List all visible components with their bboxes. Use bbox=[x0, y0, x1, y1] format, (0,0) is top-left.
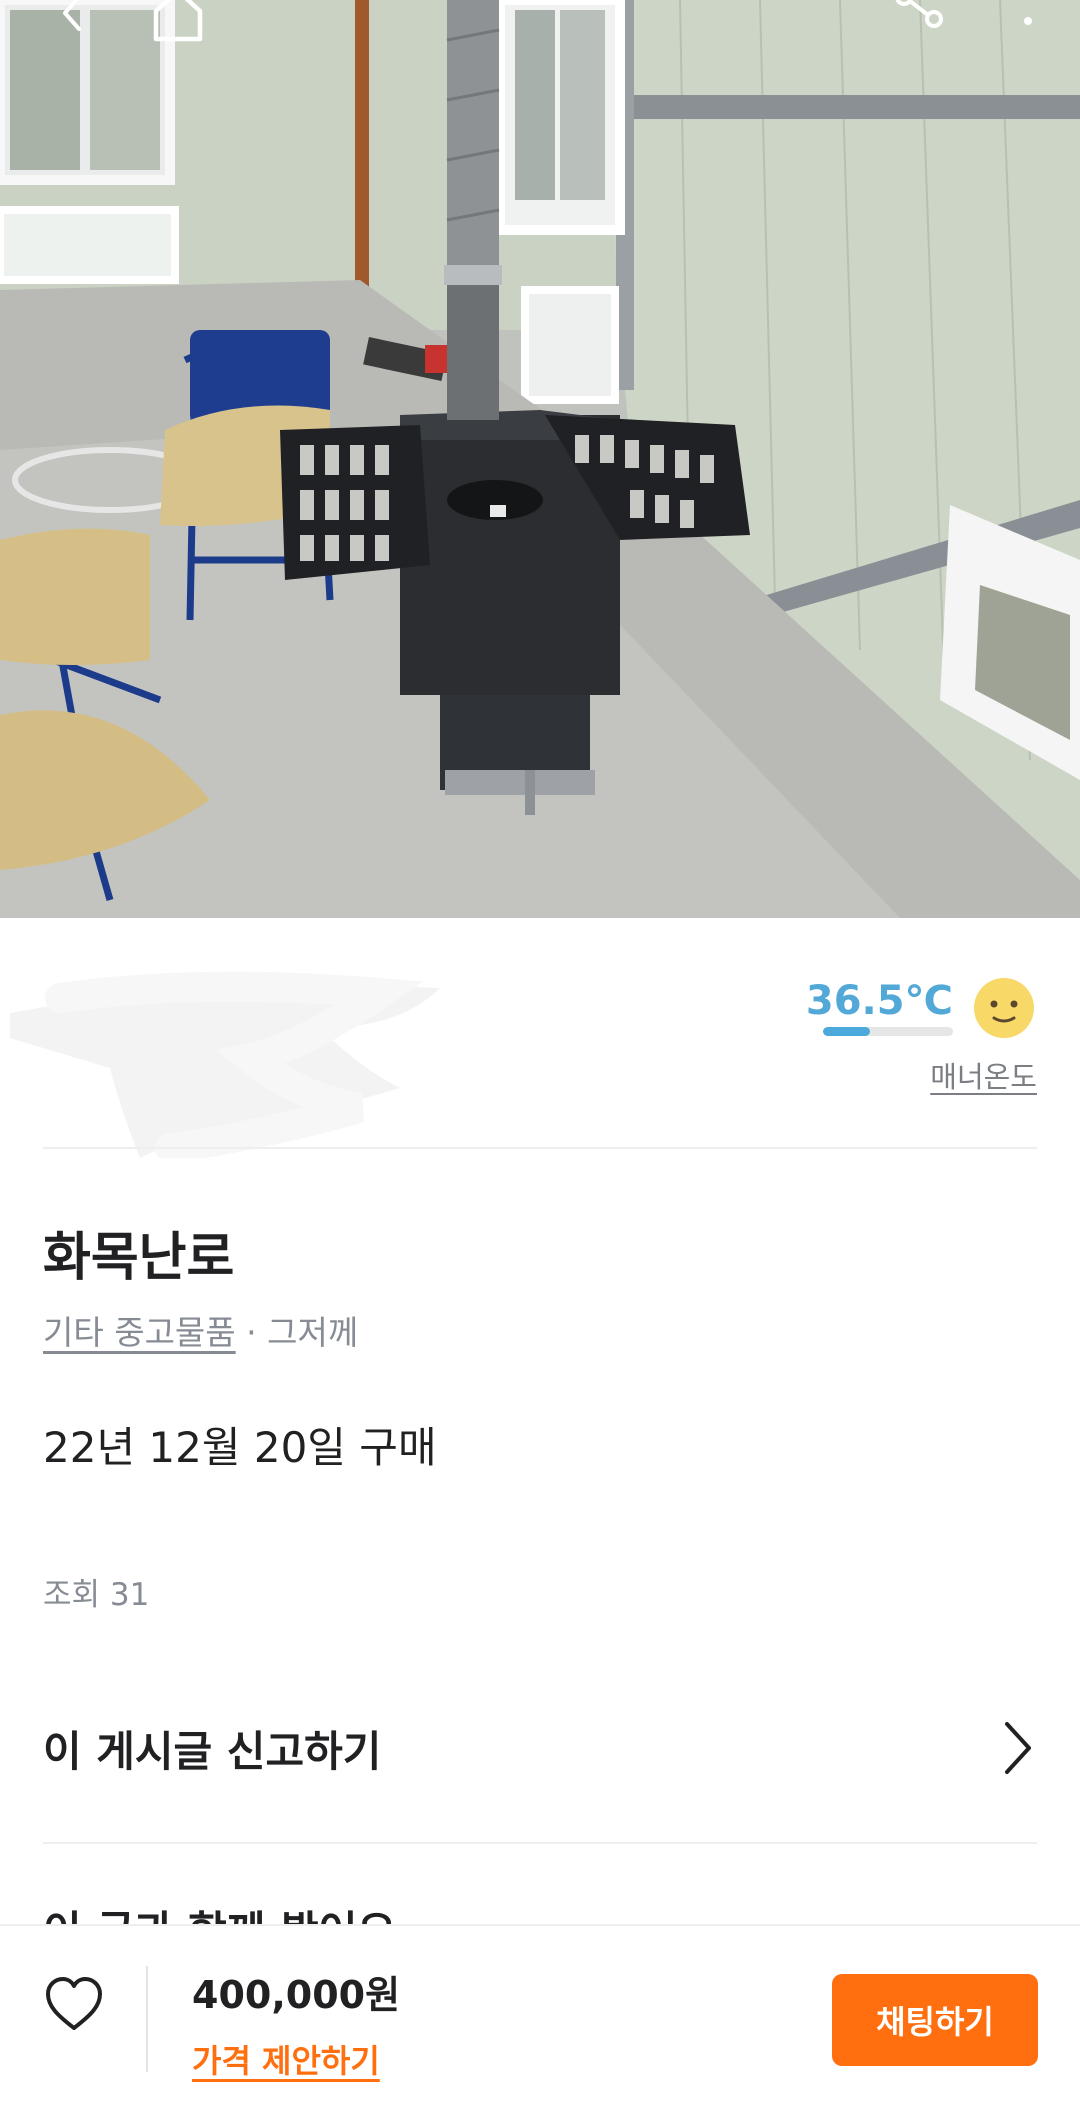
share-button[interactable] bbox=[885, 0, 955, 48]
home-button[interactable] bbox=[143, 0, 213, 48]
back-arrow-icon bbox=[63, 0, 81, 31]
more-button[interactable] bbox=[993, 0, 1063, 48]
page: 36.5℃ 매너온도 화목난로 기타 중고물품 · 그저께 22년 12월 20… bbox=[0, 0, 1080, 2110]
posted-time: 그저께 bbox=[267, 1313, 359, 1352]
section-divider bbox=[43, 1147, 1037, 1149]
manner-temperature-fill bbox=[823, 1027, 871, 1036]
chat-button[interactable]: 채팅하기 bbox=[832, 1974, 1038, 2066]
product-photo-illustration bbox=[0, 0, 1080, 918]
manner-temperature-bar bbox=[823, 1027, 953, 1036]
price: 400,000원 bbox=[192, 1973, 401, 2017]
article-title: 화목난로 bbox=[43, 1228, 235, 1288]
manner-temperature-label[interactable]: 매너온도 bbox=[930, 1054, 1037, 1096]
seller-section[interactable]: 36.5℃ 매너온도 bbox=[0, 918, 1080, 1158]
price-offer-link[interactable]: 가격 제안하기 bbox=[192, 2036, 380, 2082]
chevron-right-icon bbox=[1005, 1722, 1031, 1774]
more-vertical-icon bbox=[1024, 17, 1032, 25]
seller-profile-redaction bbox=[10, 971, 440, 1158]
bar-divider bbox=[146, 1966, 148, 2072]
back-button[interactable] bbox=[38, 0, 108, 48]
heart-icon[interactable] bbox=[43, 1974, 105, 2036]
article-description: 22년 12월 20일 구매 bbox=[43, 1423, 437, 1472]
manner-temperature-value: 36.5℃ bbox=[805, 978, 953, 1024]
category-link[interactable]: 기타 중고물품 bbox=[43, 1313, 236, 1352]
section-divider bbox=[43, 1842, 1037, 1844]
share-icon bbox=[895, 0, 943, 28]
report-post-row[interactable]: 이 게시글 신고하기 bbox=[43, 1700, 1037, 1796]
smile-face-icon bbox=[974, 978, 1034, 1038]
home-icon bbox=[153, 0, 203, 42]
bottom-action-bar: 400,000원 가격 제안하기 채팅하기 bbox=[0, 1924, 1080, 2110]
report-post-label: 이 게시글 신고하기 bbox=[43, 1726, 382, 1776]
article-meta: 기타 중고물품 · 그저께 bbox=[43, 1306, 358, 1354]
product-photo[interactable] bbox=[0, 0, 1080, 918]
meta-separator: · bbox=[235, 1313, 268, 1352]
view-count: 조회 31 bbox=[43, 1577, 150, 1613]
